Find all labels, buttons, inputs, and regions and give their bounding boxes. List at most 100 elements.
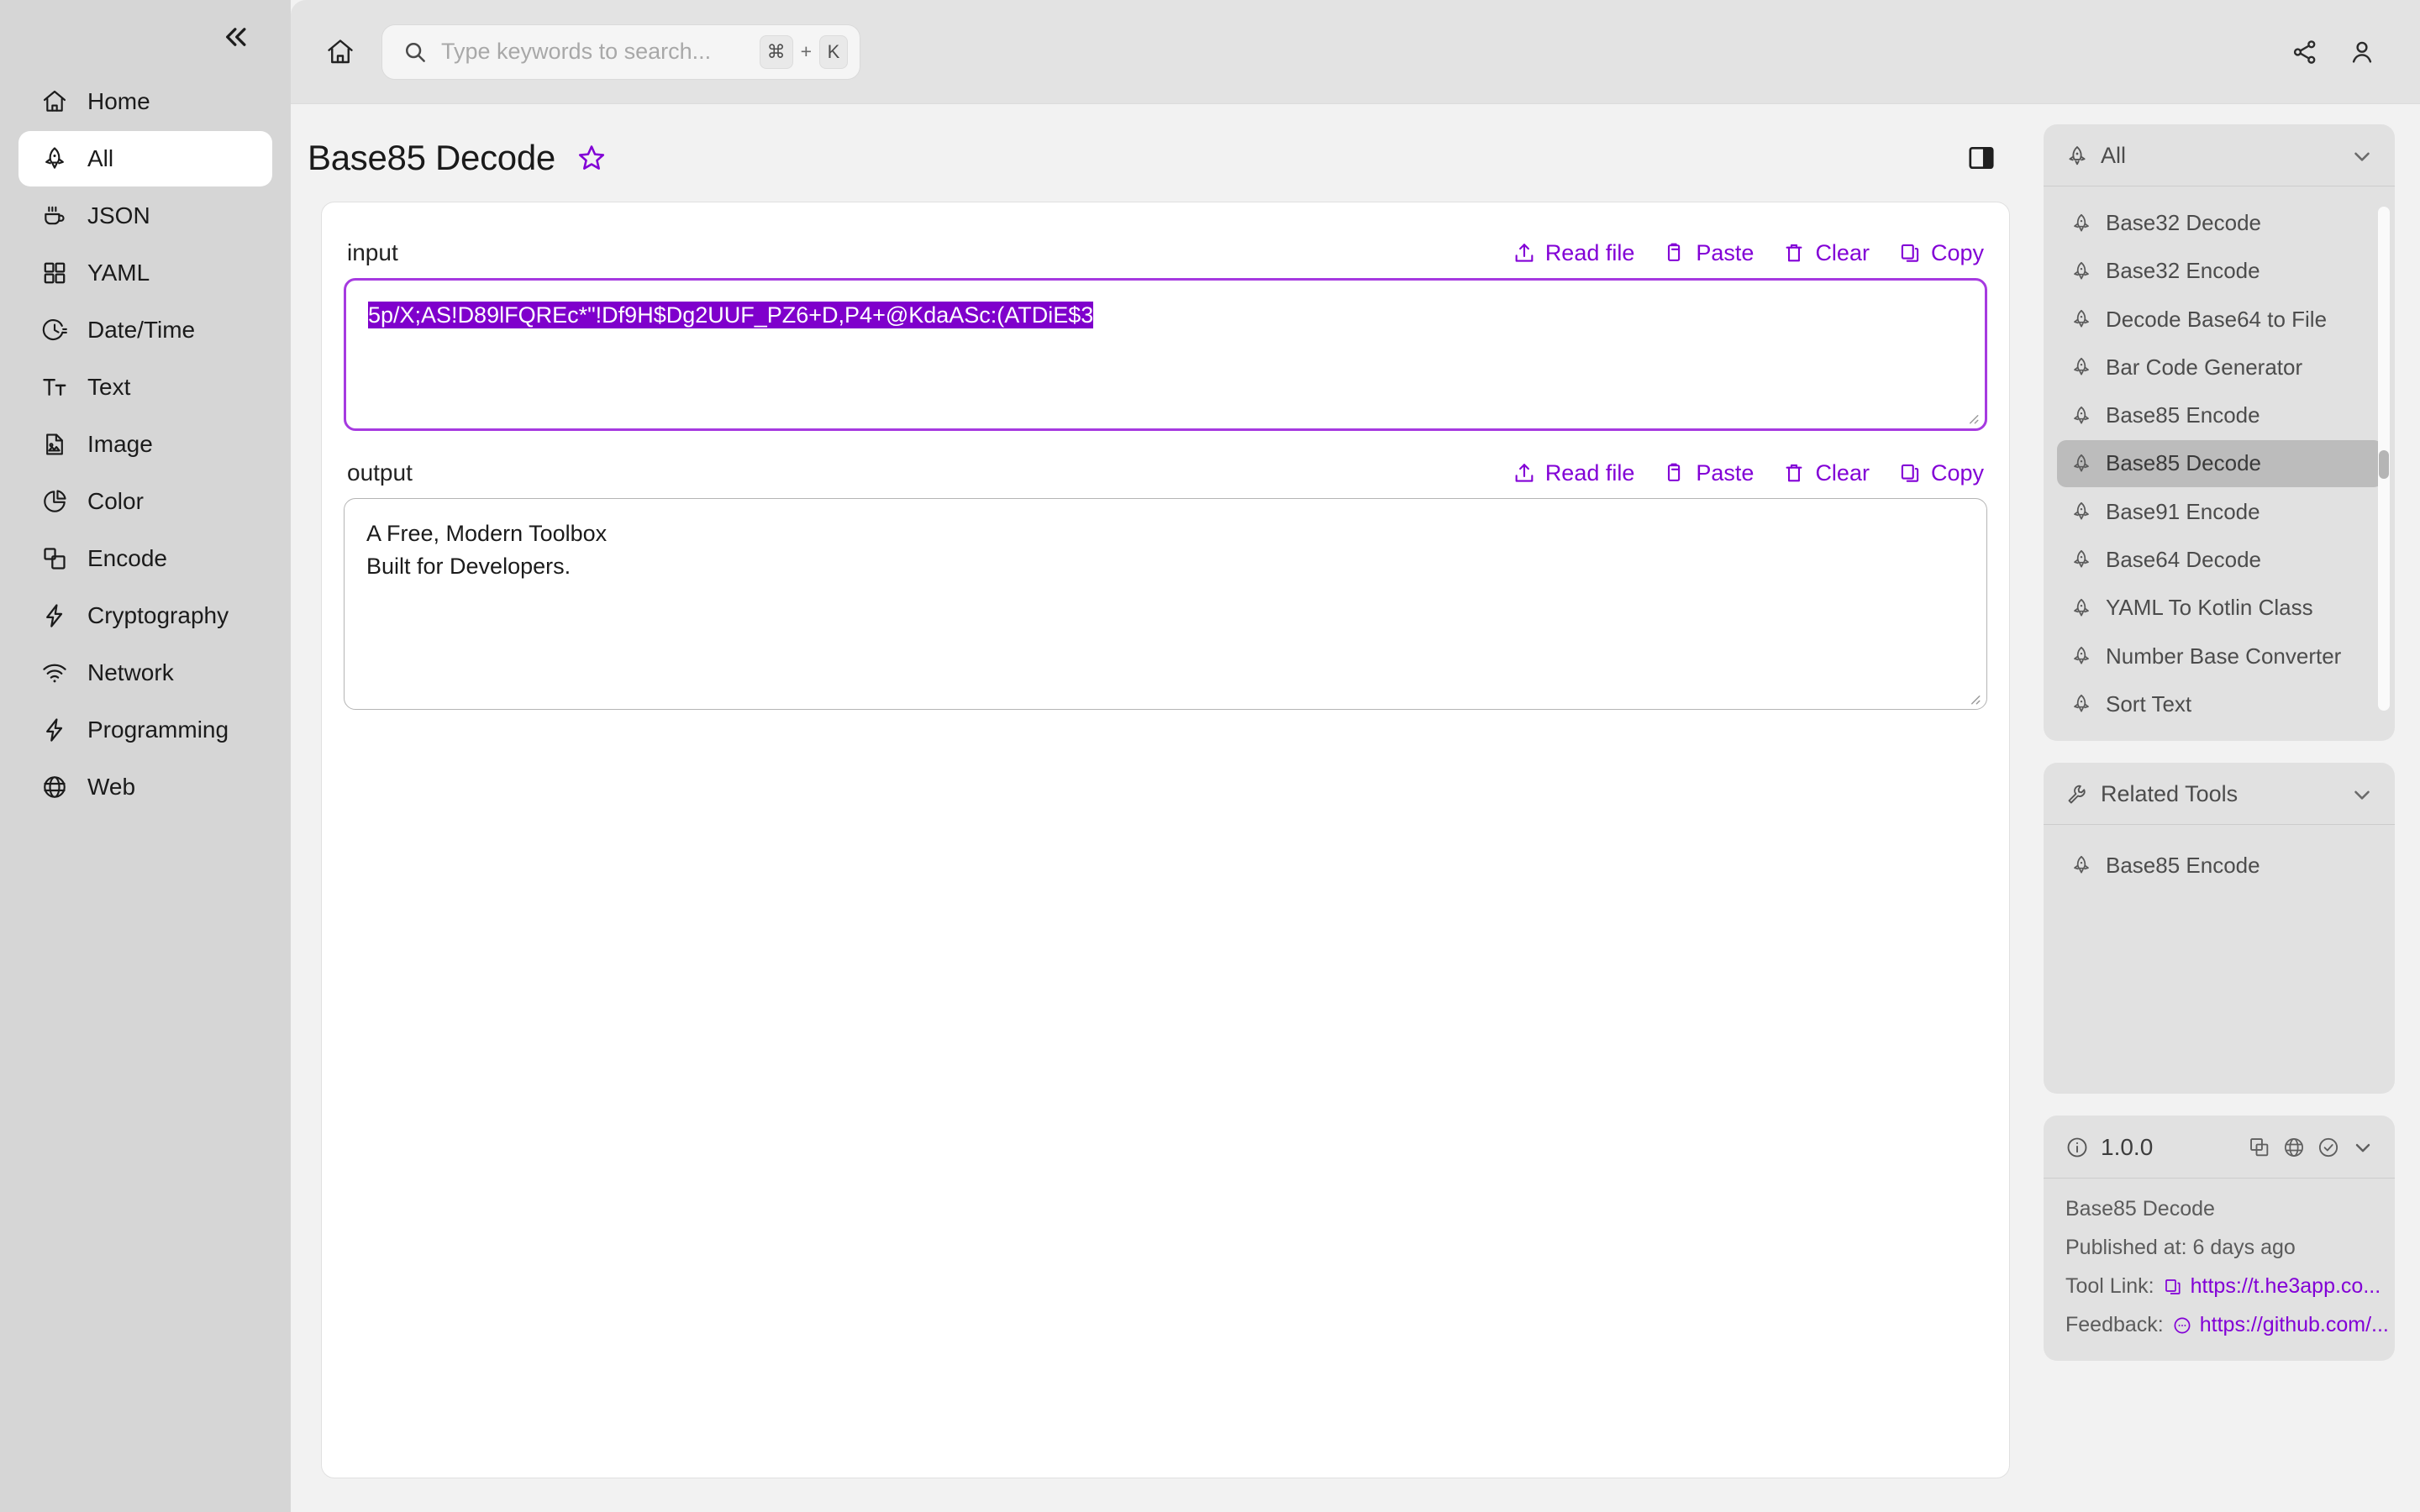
all-tools-scrollbar[interactable] [2378,207,2390,711]
coffee-cup-icon [40,202,69,230]
home-icon[interactable] [314,26,366,78]
tool-link-url: https://t.he3app.co... [2190,1274,2381,1298]
tool-list-item-label: Base32 Decode [2106,210,2262,236]
tool-list-item-label: Sort Text [2106,690,2192,717]
star-icon[interactable] [574,140,609,176]
chevron-down-icon[interactable] [2349,144,2375,169]
sidebar-item-label: JSON [87,202,150,228]
tool-list-item[interactable]: Base85 Encode [2057,838,2383,892]
right-rail: All Base32 Decode Base32 Encode Decode Bas… [2033,104,2420,1512]
globe-icon [40,773,69,801]
read-file-button[interactable]: Read file [1512,460,1634,486]
sidebar-item-web[interactable]: Web [18,759,272,815]
input-textarea[interactable]: 5p/X;AS!D89lFQREc*"!Df9H$Dg2UUF_PZ6+D,P4… [344,278,1987,431]
chat-icon [2172,1315,2192,1336]
tool-list-item[interactable]: Base32 Decode [2057,200,2383,246]
output-textarea[interactable]: A Free, Modern Toolbox Built for Develop… [344,498,1987,710]
chevron-down-icon[interactable] [2349,782,2375,807]
clipboard-paste-icon [1663,241,1686,265]
sidebar-item-image[interactable]: Image [18,417,272,472]
rocket-icon [2070,549,2092,570]
clear-button[interactable]: Clear [1782,240,1870,266]
feedback-url: https://github.com/... [2199,1313,2389,1336]
output-label: output [347,459,413,486]
sidebar-item-programming[interactable]: Programming [18,702,272,758]
wrench-icon [2065,783,2089,806]
collapse-sidebar-button[interactable] [215,18,252,55]
clear-button[interactable]: Clear [1782,460,1870,486]
search-placeholder: Type keywords to search... [441,39,712,64]
all-tools-scrollbar-thumb[interactable] [2379,450,2389,479]
tool-info-published: Published at: 6 days ago [2065,1236,2296,1259]
sidebar-item-label: Date/Time [87,317,196,343]
output-line: A Free, Modern Toolbox [366,521,608,546]
all-tools-panel-header[interactable]: All [2044,124,2395,186]
sidebar-item-text[interactable]: Text [18,360,272,415]
feedback-link[interactable]: https://github.com/... [2172,1313,2389,1337]
tool-info-panel-header[interactable]: 1.0.0 [2044,1116,2395,1179]
image-file-icon [40,430,69,459]
tool-list-item[interactable]: YAML To Kotlin Class [2057,585,2383,631]
tool-list-item[interactable]: Base32 Encode [2057,248,2383,294]
upload-icon [1512,461,1536,485]
feedback-label: Feedback: [2065,1313,2164,1336]
output-resize-handle[interactable] [1966,690,1981,706]
clock-icon [40,316,69,344]
input-value: 5p/X;AS!D89lFQREc*"!Df9H$Dg2UUF_PZ6+D,P4… [368,302,1094,328]
sidebar-item-yaml[interactable]: YAML [18,245,272,301]
output-actions: Read file Paste Clear Copy [1512,460,1984,486]
share-icon[interactable] [2281,28,2329,76]
sidebar-item-cryptography[interactable]: Cryptography [18,588,272,643]
rocket-icon [2070,213,2092,234]
tool-list-item[interactable]: Number Base Converter [2057,633,2383,679]
rocket-icon [2070,308,2092,330]
paste-button[interactable]: Paste [1663,460,1754,486]
copy-button[interactable]: Copy [1898,460,1984,486]
related-tools-panel-header[interactable]: Related Tools [2044,763,2395,825]
sidebar-item-encode[interactable]: Encode [18,531,272,586]
sidebar-item-color[interactable]: Color [18,474,272,529]
globe-icon[interactable] [2282,1136,2306,1159]
tool-list-item[interactable]: Bar Code Generator [2057,344,2383,391]
sidebar-item-date-time[interactable]: Date/Time [18,302,272,358]
grid-icon [40,259,69,287]
tool-list-item-label: Base64 Decode [2106,546,2262,572]
tool-list-item[interactable]: Base64 Decode [2057,537,2383,583]
user-icon[interactable] [2338,28,2386,76]
action-label: Paste [1696,239,1754,265]
action-label: Clear [1815,239,1870,265]
top-bar: Type keywords to search... ⌘ + K [291,0,2420,104]
tool-info-link-row: Tool Link: https://t.he3app.co... [2065,1274,2381,1299]
tool-list-item-label: Base91 Encode [2106,498,2260,524]
tool-list-item-label: Bar Code Generator [2106,354,2303,380]
input-resize-handle[interactable] [1965,410,1980,425]
paste-button[interactable]: Paste [1663,240,1754,266]
trash-icon [1782,461,1806,485]
copy-button[interactable]: Copy [1898,240,1984,266]
tool-info-name: Base85 Decode [2065,1197,2215,1221]
check-circle-icon[interactable] [2317,1136,2340,1159]
input-label: input [347,239,398,265]
tool-list-item[interactable]: Base85 Encode [2057,392,2383,438]
layers-icon [40,544,69,573]
pie-chart-icon [40,487,69,516]
copy-icon [1898,461,1922,485]
search-input[interactable]: Type keywords to search... ⌘ + K [381,24,860,80]
read-file-button[interactable]: Read file [1512,240,1634,266]
copy-icon[interactable] [2248,1136,2271,1159]
tool-list-item[interactable]: Decode Base64 to File [2057,297,2383,343]
copy-icon [2163,1277,2183,1297]
right-panel-toggle-icon[interactable] [1963,139,2000,176]
sidebar-item-label: Cryptography [87,602,229,628]
tool-list-item[interactable]: Base85 Decode [2057,440,2383,487]
rocket-icon [2070,501,2092,522]
tool-list-item[interactable]: Base91 Encode [2057,489,2383,535]
input-header: input Read file Paste Clear Copy [344,239,1987,278]
tool-list-item[interactable]: Sort Text [2057,681,2383,727]
tool-link[interactable]: https://t.he3app.co... [2163,1274,2381,1299]
chevron-down-icon[interactable] [2351,1136,2375,1159]
sidebar-item-network[interactable]: Network [18,645,272,701]
action-label: Copy [1930,239,1984,265]
shortcut-cmd-key: ⌘ [759,34,793,69]
search-icon [402,39,428,65]
